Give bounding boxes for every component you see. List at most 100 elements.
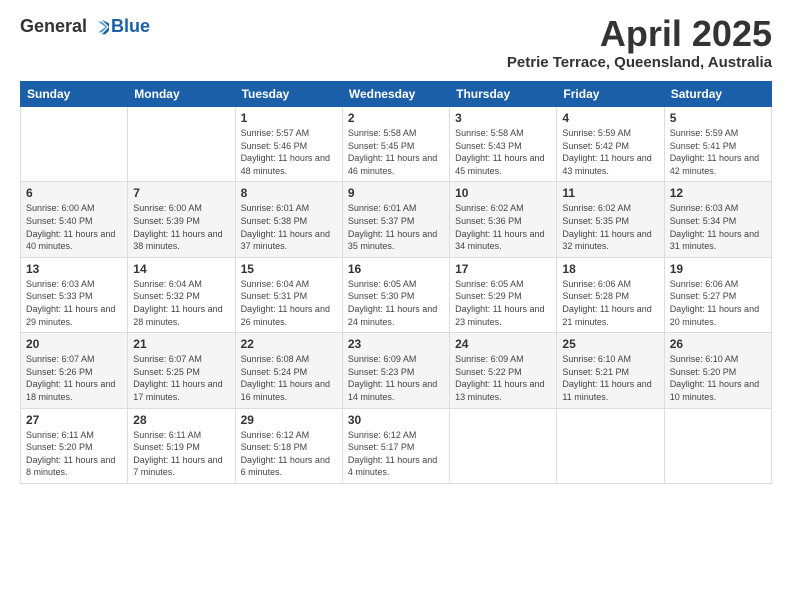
day-number: 16	[348, 262, 444, 276]
calendar-cell-3-4: 24 Sunrise: 6:09 AM Sunset: 5:22 PM Dayli…	[450, 333, 557, 408]
day-number: 13	[26, 262, 122, 276]
day-info: Sunrise: 6:07 AM Sunset: 5:26 PM Dayligh…	[26, 353, 122, 403]
day-number: 20	[26, 337, 122, 351]
day-info: Sunrise: 5:58 AM Sunset: 5:45 PM Dayligh…	[348, 127, 444, 177]
calendar-cell-0-4: 3 Sunrise: 5:58 AM Sunset: 5:43 PM Daylig…	[450, 107, 557, 182]
day-number: 26	[670, 337, 766, 351]
calendar-cell-1-5: 11 Sunrise: 6:02 AM Sunset: 5:35 PM Dayli…	[557, 182, 664, 257]
calendar-table: Sunday Monday Tuesday Wednesday Thursday…	[20, 81, 772, 484]
calendar-cell-4-6	[664, 408, 771, 483]
day-number: 29	[241, 413, 337, 427]
day-info: Sunrise: 6:06 AM Sunset: 5:28 PM Dayligh…	[562, 278, 658, 328]
header: General Blue April 2025 Petrie Terrace, …	[20, 16, 772, 71]
day-info: Sunrise: 6:00 AM Sunset: 5:39 PM Dayligh…	[133, 202, 229, 252]
calendar-cell-0-3: 2 Sunrise: 5:58 AM Sunset: 5:45 PM Daylig…	[342, 107, 449, 182]
day-info: Sunrise: 6:08 AM Sunset: 5:24 PM Dayligh…	[241, 353, 337, 403]
day-number: 11	[562, 186, 658, 200]
calendar-cell-4-5	[557, 408, 664, 483]
day-info: Sunrise: 6:01 AM Sunset: 5:38 PM Dayligh…	[241, 202, 337, 252]
location: Petrie Terrace, Queensland, Australia	[507, 54, 772, 71]
logo-icon	[91, 18, 109, 36]
day-number: 1	[241, 111, 337, 125]
day-number: 19	[670, 262, 766, 276]
week-row-2: 6 Sunrise: 6:00 AM Sunset: 5:40 PM Daylig…	[21, 182, 772, 257]
calendar-cell-2-1: 14 Sunrise: 6:04 AM Sunset: 5:32 PM Dayli…	[128, 257, 235, 332]
day-info: Sunrise: 6:12 AM Sunset: 5:17 PM Dayligh…	[348, 429, 444, 479]
day-info: Sunrise: 6:05 AM Sunset: 5:29 PM Dayligh…	[455, 278, 551, 328]
day-number: 17	[455, 262, 551, 276]
day-number: 4	[562, 111, 658, 125]
day-number: 12	[670, 186, 766, 200]
day-number: 22	[241, 337, 337, 351]
day-number: 23	[348, 337, 444, 351]
day-info: Sunrise: 6:11 AM Sunset: 5:19 PM Dayligh…	[133, 429, 229, 479]
day-info: Sunrise: 6:04 AM Sunset: 5:31 PM Dayligh…	[241, 278, 337, 328]
day-info: Sunrise: 6:07 AM Sunset: 5:25 PM Dayligh…	[133, 353, 229, 403]
calendar-cell-0-1	[128, 107, 235, 182]
day-info: Sunrise: 6:06 AM Sunset: 5:27 PM Dayligh…	[670, 278, 766, 328]
day-info: Sunrise: 6:02 AM Sunset: 5:35 PM Dayligh…	[562, 202, 658, 252]
day-number: 25	[562, 337, 658, 351]
day-number: 24	[455, 337, 551, 351]
calendar-cell-2-2: 15Sunrise: 6:04 AM Sunset: 5:31 PM Dayli…	[235, 257, 342, 332]
day-number: 9	[348, 186, 444, 200]
col-tuesday: Tuesday	[235, 82, 342, 107]
calendar-cell-2-5: 18Sunrise: 6:06 AM Sunset: 5:28 PM Dayli…	[557, 257, 664, 332]
day-info: Sunrise: 6:10 AM Sunset: 5:20 PM Dayligh…	[670, 353, 766, 403]
calendar-cell-3-1: 21 Sunrise: 6:07 AM Sunset: 5:25 PM Dayli…	[128, 333, 235, 408]
day-info: Sunrise: 6:00 AM Sunset: 5:40 PM Dayligh…	[26, 202, 122, 252]
calendar-cell-0-0	[21, 107, 128, 182]
logo: General Blue	[20, 16, 150, 37]
header-row: Sunday Monday Tuesday Wednesday Thursday…	[21, 82, 772, 107]
day-number: 6	[26, 186, 122, 200]
calendar-cell-4-1: 28 Sunrise: 6:11 AM Sunset: 5:19 PM Dayli…	[128, 408, 235, 483]
month-title: April 2025	[507, 16, 772, 52]
day-number: 8	[241, 186, 337, 200]
day-info: Sunrise: 6:10 AM Sunset: 5:21 PM Dayligh…	[562, 353, 658, 403]
day-number: 10	[455, 186, 551, 200]
week-row-3: 13 Sunrise: 6:03 AM Sunset: 5:33 PM Dayli…	[21, 257, 772, 332]
day-info: Sunrise: 5:57 AM Sunset: 5:46 PM Dayligh…	[241, 127, 337, 177]
day-number: 14	[133, 262, 229, 276]
day-info: Sunrise: 6:03 AM Sunset: 5:33 PM Dayligh…	[26, 278, 122, 328]
calendar-cell-2-0: 13 Sunrise: 6:03 AM Sunset: 5:33 PM Dayli…	[21, 257, 128, 332]
week-row-4: 20 Sunrise: 6:07 AM Sunset: 5:26 PM Dayli…	[21, 333, 772, 408]
week-row-1: 1 Sunrise: 5:57 AM Sunset: 5:46 PM Daylig…	[21, 107, 772, 182]
day-info: Sunrise: 5:58 AM Sunset: 5:43 PM Dayligh…	[455, 127, 551, 177]
calendar-cell-2-3: 16 Sunrise: 6:05 AM Sunset: 5:30 PM Dayli…	[342, 257, 449, 332]
day-info: Sunrise: 6:03 AM Sunset: 5:34 PM Dayligh…	[670, 202, 766, 252]
calendar-cell-2-6: 19 Sunrise: 6:06 AM Sunset: 5:27 PM Dayli…	[664, 257, 771, 332]
calendar-cell-3-6: 26 Sunrise: 6:10 AM Sunset: 5:20 PM Dayli…	[664, 333, 771, 408]
day-info: Sunrise: 6:04 AM Sunset: 5:32 PM Dayligh…	[133, 278, 229, 328]
day-info: Sunrise: 6:05 AM Sunset: 5:30 PM Dayligh…	[348, 278, 444, 328]
week-row-5: 27Sunrise: 6:11 AM Sunset: 5:20 PM Dayli…	[21, 408, 772, 483]
day-info: Sunrise: 5:59 AM Sunset: 5:42 PM Dayligh…	[562, 127, 658, 177]
day-info: Sunrise: 5:59 AM Sunset: 5:41 PM Dayligh…	[670, 127, 766, 177]
col-wednesday: Wednesday	[342, 82, 449, 107]
day-info: Sunrise: 6:01 AM Sunset: 5:37 PM Dayligh…	[348, 202, 444, 252]
col-monday: Monday	[128, 82, 235, 107]
day-number: 28	[133, 413, 229, 427]
calendar-cell-4-0: 27Sunrise: 6:11 AM Sunset: 5:20 PM Dayli…	[21, 408, 128, 483]
calendar-cell-1-2: 8 Sunrise: 6:01 AM Sunset: 5:38 PM Daylig…	[235, 182, 342, 257]
calendar-cell-1-0: 6 Sunrise: 6:00 AM Sunset: 5:40 PM Daylig…	[21, 182, 128, 257]
day-number: 21	[133, 337, 229, 351]
day-number: 2	[348, 111, 444, 125]
calendar-cell-3-5: 25 Sunrise: 6:10 AM Sunset: 5:21 PM Dayli…	[557, 333, 664, 408]
day-info: Sunrise: 6:02 AM Sunset: 5:36 PM Dayligh…	[455, 202, 551, 252]
day-info: Sunrise: 6:09 AM Sunset: 5:22 PM Dayligh…	[455, 353, 551, 403]
title-area: April 2025 Petrie Terrace, Queensland, A…	[507, 16, 772, 71]
calendar-cell-1-3: 9 Sunrise: 6:01 AM Sunset: 5:37 PM Daylig…	[342, 182, 449, 257]
calendar-cell-4-2: 29Sunrise: 6:12 AM Sunset: 5:18 PM Dayli…	[235, 408, 342, 483]
calendar-cell-0-5: 4 Sunrise: 5:59 AM Sunset: 5:42 PM Daylig…	[557, 107, 664, 182]
calendar-cell-4-3: 30Sunrise: 6:12 AM Sunset: 5:17 PM Dayli…	[342, 408, 449, 483]
col-saturday: Saturday	[664, 82, 771, 107]
calendar-cell-1-4: 10 Sunrise: 6:02 AM Sunset: 5:36 PM Dayli…	[450, 182, 557, 257]
col-thursday: Thursday	[450, 82, 557, 107]
day-number: 3	[455, 111, 551, 125]
day-info: Sunrise: 6:11 AM Sunset: 5:20 PM Dayligh…	[26, 429, 122, 479]
day-number: 5	[670, 111, 766, 125]
calendar-cell-1-6: 12 Sunrise: 6:03 AM Sunset: 5:34 PM Dayli…	[664, 182, 771, 257]
logo-blue: Blue	[111, 16, 150, 37]
calendar-cell-2-4: 17 Sunrise: 6:05 AM Sunset: 5:29 PM Dayli…	[450, 257, 557, 332]
